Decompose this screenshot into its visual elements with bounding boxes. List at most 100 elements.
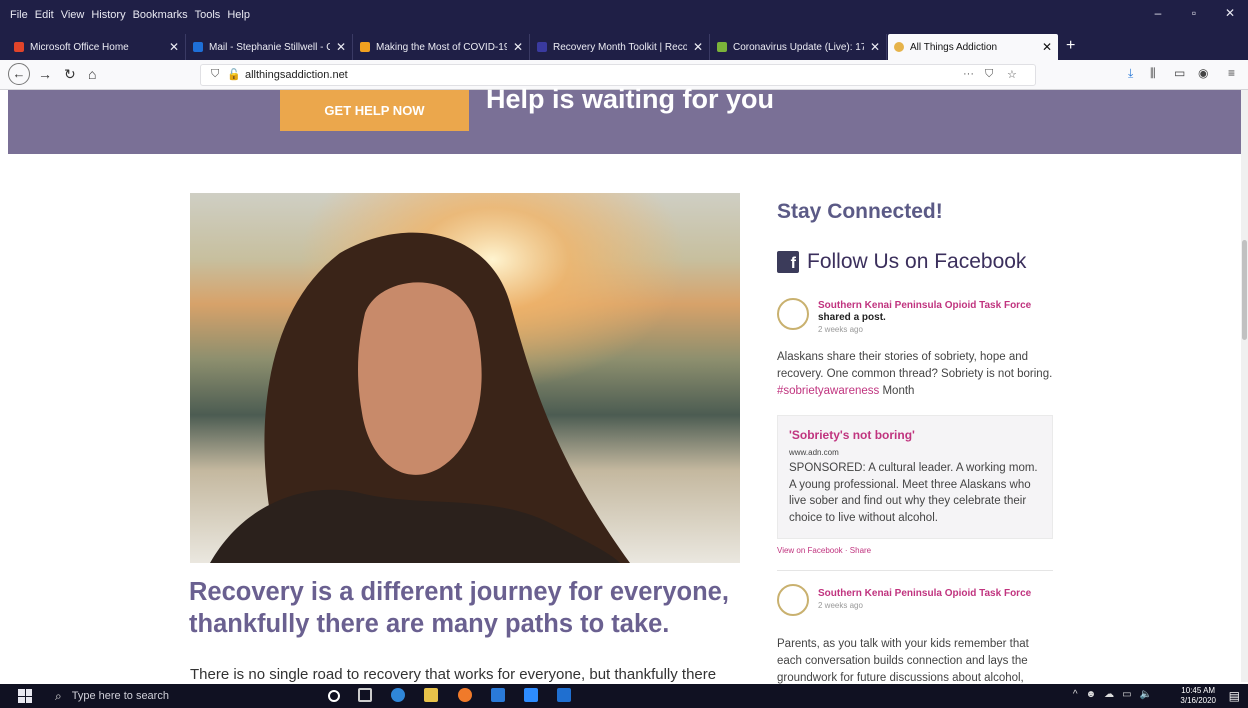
windows-taskbar: ⌕ Type here to search ^ ☻ ☁ ▭ 🔈 10:45 AM… [0, 684, 1248, 708]
maximize-button[interactable]: ▫ [1176, 6, 1212, 20]
avatar[interactable] [777, 584, 809, 616]
coronavirus-favicon-icon [717, 42, 727, 52]
main-paragraph: There is no single road to recovery that… [190, 666, 717, 683]
menu-bar: File Edit View History Bookmarks Tools H… [0, 0, 1248, 34]
bookmark-star-icon[interactable]: ☆ [1007, 68, 1017, 81]
tab-coronavirus[interactable]: Coronavirus Update (Live): 17 ✕ [711, 34, 887, 60]
menu-edit[interactable]: Edit [35, 9, 54, 21]
close-tab-icon[interactable]: ✕ [1042, 40, 1052, 54]
downloads-icon[interactable]: ⤓ [1128, 66, 1133, 81]
tab-office-home[interactable]: Microsoft Office Home ✕ [8, 34, 186, 60]
post-divider [777, 570, 1053, 571]
url-bar[interactable]: ⛉ 🔓 allthingsaddiction.net ··· ⛉ ☆ [200, 64, 1036, 86]
window-controls: – ▫ ✕ [1140, 6, 1248, 20]
system-tray: ^ ☻ ☁ ▭ 🔈 [1073, 689, 1152, 700]
sidebar-icon[interactable]: ▭ [1174, 66, 1185, 80]
volume-icon[interactable]: 🔈 [1140, 689, 1152, 700]
tab-mail[interactable]: Mail - Stephanie Stillwell - Out ✕ [187, 34, 353, 60]
close-tab-icon[interactable]: ✕ [693, 40, 703, 54]
tab-label: All Things Addiction [910, 41, 998, 53]
clock-time: 10:45 AM [1181, 686, 1216, 695]
minimize-button[interactable]: – [1140, 6, 1176, 20]
tab-label: Recovery Month Toolkit | Reco [553, 41, 687, 53]
reload-button[interactable]: ↻ [64, 66, 76, 83]
taskbar-search-box[interactable]: ⌕ Type here to search [47, 686, 287, 706]
extension-icon[interactable]: ◉ [1198, 66, 1208, 80]
post-time[interactable]: 2 weeks ago [818, 325, 863, 334]
facebook-icon: f [777, 251, 799, 273]
menu-items: File Edit View History Bookmarks Tools H… [10, 9, 250, 21]
tab-strip: Microsoft Office Home ✕ Mail - Stephanie… [0, 34, 1248, 60]
url-text[interactable]: allthingsaddiction.net [245, 69, 348, 81]
taskbar-clock[interactable]: 10:45 AM 3/16/2020 [1180, 686, 1216, 706]
get-help-button[interactable]: GET HELP NOW [280, 90, 469, 131]
tab-label: Coronavirus Update (Live): 17 [733, 41, 864, 53]
recovery-favicon-icon [537, 42, 547, 52]
tab-label: Mail - Stephanie Stillwell - Out [209, 41, 330, 53]
pocket-icon[interactable]: ⛉ [985, 68, 993, 81]
search-icon: ⌕ [55, 688, 62, 703]
notification-center-icon[interactable]: ▤ [1229, 689, 1240, 703]
new-tab-button[interactable]: + [1066, 37, 1075, 55]
post-author-link[interactable]: Southern Kenai Peninsula Opioid Task For… [818, 588, 1031, 599]
link-preview-card[interactable]: 'Sobriety's not boring' www.adn.com SPON… [777, 415, 1053, 539]
tab-label: Microsoft Office Home [30, 41, 129, 53]
menu-view[interactable]: View [61, 9, 85, 21]
menu-tools[interactable]: Tools [195, 9, 221, 21]
tab-covid[interactable]: Making the Most of COVID-19 ✕ [354, 34, 530, 60]
close-tab-icon[interactable]: ✕ [870, 40, 880, 54]
scrollbar-thumb[interactable] [1242, 240, 1247, 340]
tracking-shield-icon[interactable]: ⛉ [211, 68, 219, 81]
close-tab-icon[interactable]: ✕ [513, 40, 523, 54]
ata-favicon-icon [894, 42, 904, 52]
library-icon[interactable]: ⫼ [1150, 66, 1156, 81]
link-card-title[interactable]: 'Sobriety's not boring' [789, 428, 915, 442]
main-heading: Recovery is a different journey for ever… [189, 578, 729, 638]
hamburger-menu-icon[interactable]: ≡ [1228, 66, 1235, 80]
firefox-icon[interactable] [458, 688, 472, 702]
clock-date: 3/16/2020 [1180, 696, 1216, 705]
post-time[interactable]: 2 weeks ago [818, 601, 863, 610]
scrollbar-track[interactable] [1241, 90, 1248, 682]
onedrive-icon[interactable]: ☁ [1104, 689, 1114, 700]
show-hidden-icons-icon[interactable]: ^ [1073, 689, 1078, 700]
close-tab-icon[interactable]: ✕ [169, 40, 179, 54]
people-icon[interactable]: ☻ [1086, 689, 1097, 700]
zoom-icon[interactable] [524, 688, 538, 702]
cortana-icon[interactable] [328, 690, 340, 702]
menu-bookmarks[interactable]: Bookmarks [133, 9, 188, 21]
outlook-icon[interactable] [557, 688, 571, 702]
tab-recovery-toolkit[interactable]: Recovery Month Toolkit | Reco ✕ [531, 34, 710, 60]
post-text: Alaskans share their stories of sobriety… [777, 349, 1053, 400]
hashtag-link[interactable]: #sobrietyawareness [777, 385, 879, 397]
link-card-body: SPONSORED: A cultural leader. A working … [789, 462, 1038, 524]
menu-help[interactable]: Help [227, 9, 250, 21]
woman-portrait-image [190, 193, 740, 563]
menu-file[interactable]: File [10, 9, 28, 21]
forward-button[interactable]: → [38, 66, 52, 82]
mail-favicon-icon [193, 42, 203, 52]
back-button[interactable]: ← [8, 63, 30, 85]
tab-all-things-addiction[interactable]: All Things Addiction ✕ [888, 34, 1058, 60]
task-view-icon[interactable] [358, 688, 372, 702]
view-on-facebook-link[interactable]: View on Facebook · Share [777, 546, 871, 555]
follow-facebook-label: Follow Us on Facebook [807, 250, 1027, 273]
hero-photo [190, 193, 740, 563]
follow-facebook-heading[interactable]: f Follow Us on Facebook [777, 250, 1026, 274]
home-button[interactable]: ⌂ [88, 66, 96, 82]
close-tab-icon[interactable]: ✕ [336, 40, 346, 54]
file-explorer-icon[interactable] [424, 688, 438, 702]
edge-icon[interactable] [391, 688, 405, 702]
mail-icon[interactable] [491, 688, 505, 702]
close-window-button[interactable]: ✕ [1212, 6, 1248, 20]
windows-start-icon[interactable] [18, 689, 32, 703]
menu-history[interactable]: History [91, 9, 125, 21]
page-actions-icon[interactable]: ··· [963, 68, 974, 80]
avatar[interactable] [777, 298, 809, 330]
post-author-link[interactable]: Southern Kenai Peninsula Opioid Task For… [818, 300, 1031, 311]
network-icon[interactable]: ▭ [1122, 689, 1131, 700]
making-most-favicon-icon [360, 42, 370, 52]
facebook-post-1: Southern Kenai Peninsula Opioid Task For… [777, 296, 1053, 406]
post-text-a: Alaskans share their stories of sobriety… [777, 351, 1053, 380]
insecure-lock-icon[interactable]: 🔓 [227, 68, 241, 81]
